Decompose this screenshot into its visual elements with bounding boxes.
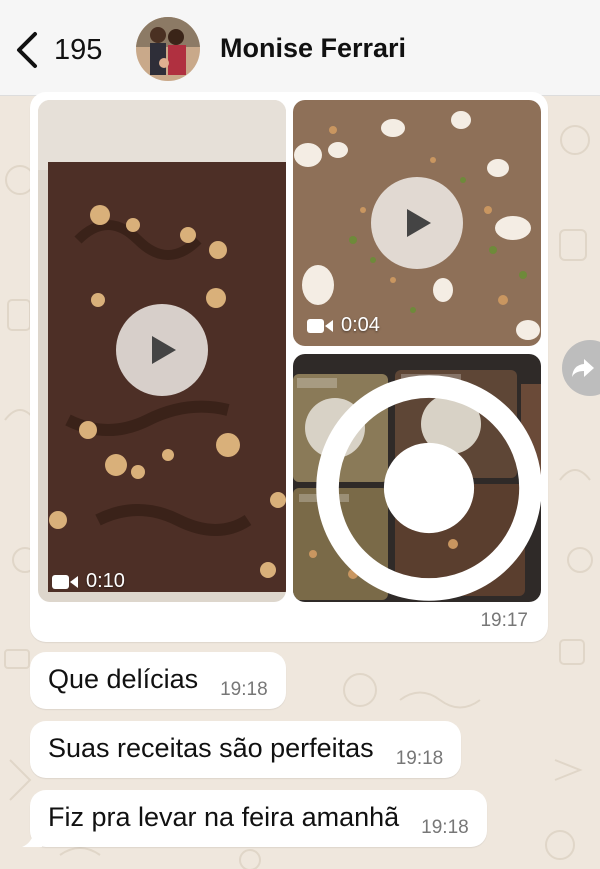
message-text: Suas receitas são perfeitas xyxy=(48,733,374,763)
message-timestamp: 19:18 xyxy=(421,817,469,838)
message-timestamp: 19:18 xyxy=(220,679,268,700)
play-button[interactable] xyxy=(371,177,463,269)
play-icon xyxy=(152,336,176,364)
unread-count: 195 xyxy=(54,33,103,66)
play-icon xyxy=(407,209,431,237)
message-bubble[interactable]: Fiz pra levar na feira amanhã 19:18 xyxy=(22,790,487,847)
bubble-tail xyxy=(22,827,42,847)
video-camera-icon xyxy=(307,318,333,333)
avatar[interactable] xyxy=(136,17,200,81)
forward-arrow-icon xyxy=(572,359,594,377)
play-button[interactable] xyxy=(116,304,208,396)
media-album-message: 0:10 0:04 19:17 xyxy=(30,92,548,642)
view-once-icon xyxy=(316,375,541,601)
photo-thumbnail[interactable] xyxy=(293,354,541,602)
message-text: Que delícias xyxy=(48,664,199,694)
message-timestamp: 19:18 xyxy=(395,748,444,769)
back-button[interactable]: 195 xyxy=(14,28,124,72)
message-bubble[interactable]: Que delícias 19:18 xyxy=(30,652,286,709)
video-duration: 0:10 xyxy=(52,570,125,593)
video-camera-icon xyxy=(52,574,78,589)
video-duration: 0:04 xyxy=(307,314,380,337)
video-thumbnail[interactable]: 0:04 xyxy=(293,100,541,346)
video-thumbnail[interactable]: 0:10 xyxy=(38,100,286,602)
chat-header: 195 Monise Ferrari xyxy=(0,0,600,96)
contact-name[interactable]: Monise Ferrari xyxy=(220,33,406,64)
message-text: Fiz pra levar na feira amanhã xyxy=(48,802,400,832)
message-bubble[interactable]: Suas receitas são perfeitas 19:18 xyxy=(30,721,462,778)
chevron-left-icon xyxy=(17,32,37,68)
message-timestamp: 19:17 xyxy=(480,610,528,631)
